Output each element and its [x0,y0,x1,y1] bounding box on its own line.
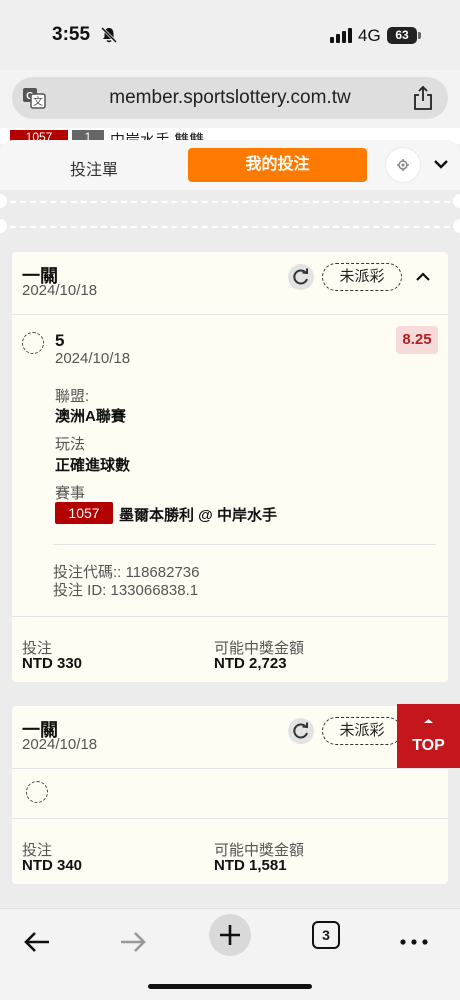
network-type: 4G [358,26,381,45]
home-indicator [148,984,312,989]
forward-arrow-icon[interactable] [118,925,148,959]
divider [12,768,448,769]
address-bar[interactable]: G 文 member.sportslottery.com.tw [12,77,448,119]
divider [12,314,448,315]
market-value: 正確進球數 [55,457,131,474]
odds-badge: 8.25 [396,326,438,354]
market-label: 玩法 [55,436,86,453]
dashed-divider [0,201,460,203]
divider [12,616,448,617]
share-icon[interactable] [412,85,434,111]
tab-my-bets[interactable]: 我的投注 [188,148,367,182]
back-arrow-icon[interactable] [22,925,52,959]
selection-name: 5 [55,331,65,350]
ticket-notch [453,194,460,208]
tabs-button[interactable]: 3 [312,921,340,949]
event-number-badge: 1057 [55,502,113,524]
signal-icon [330,28,352,43]
tab-bar: 投注單 我的投注 [0,140,460,190]
url-text[interactable]: member.sportslottery.com.tw [12,87,448,109]
selection-marker [26,781,48,803]
selection-date: 2024/10/18 [55,350,131,367]
stake-value: NTD 330 [22,655,83,672]
event-name: 墨爾本勝利 @ 中岸水手 [119,507,277,524]
ticket-notch [0,194,7,208]
status-badge: 未派彩 [322,263,402,291]
more-icon[interactable] [398,925,430,959]
refresh-button[interactable] [288,264,314,290]
refresh-icon [293,268,308,285]
selection-marker [22,332,44,354]
stake-value: NTD 340 [22,857,83,874]
divider [12,818,448,819]
gear-icon [397,159,409,171]
refresh-button[interactable] [288,718,314,744]
status-time: 3:55 [52,24,91,45]
payout-value: NTD 1,581 [214,857,287,874]
league-label: 聯盟: [55,388,90,405]
league-value: 澳洲A聯賽 [55,408,126,425]
bell-muted-icon [100,26,118,44]
new-tab-icon[interactable] [208,913,252,957]
chevron-down-icon[interactable] [432,157,450,171]
battery-icon: 63 [387,27,417,44]
divider [53,544,436,545]
event-label: 賽事 [55,485,86,502]
tab-betslip[interactable]: 投注單 [70,156,118,180]
status-bar: 3:55 4G 63 [0,0,460,70]
settings-button[interactable] [386,148,420,182]
bet-card: 一關 2024/10/18 未派彩 5 2024/10/18 8.25 聯盟: … [12,252,448,682]
bet-id: 投注 ID: 133066838.1 [53,582,199,599]
payout-value: NTD 2,723 [214,655,287,672]
bet-card: 一關 2024/10/18 未派彩 投注 NTD 340 可能中獎金額 NTD … [12,706,448,884]
arrow-up-icon [424,719,433,723]
bet-date: 2024/10/18 [22,282,98,299]
ticket-notch [0,219,7,233]
scroll-top-button[interactable]: TOP [397,704,460,768]
chevron-up-icon[interactable] [415,271,431,283]
scroll-top-label: TOP [412,737,445,754]
dashed-divider [0,226,460,228]
battery-nub [418,32,421,39]
refresh-icon [293,722,308,739]
ticket-notch [453,219,460,233]
bet-date: 2024/10/18 [22,736,98,753]
status-badge: 未派彩 [322,717,402,745]
